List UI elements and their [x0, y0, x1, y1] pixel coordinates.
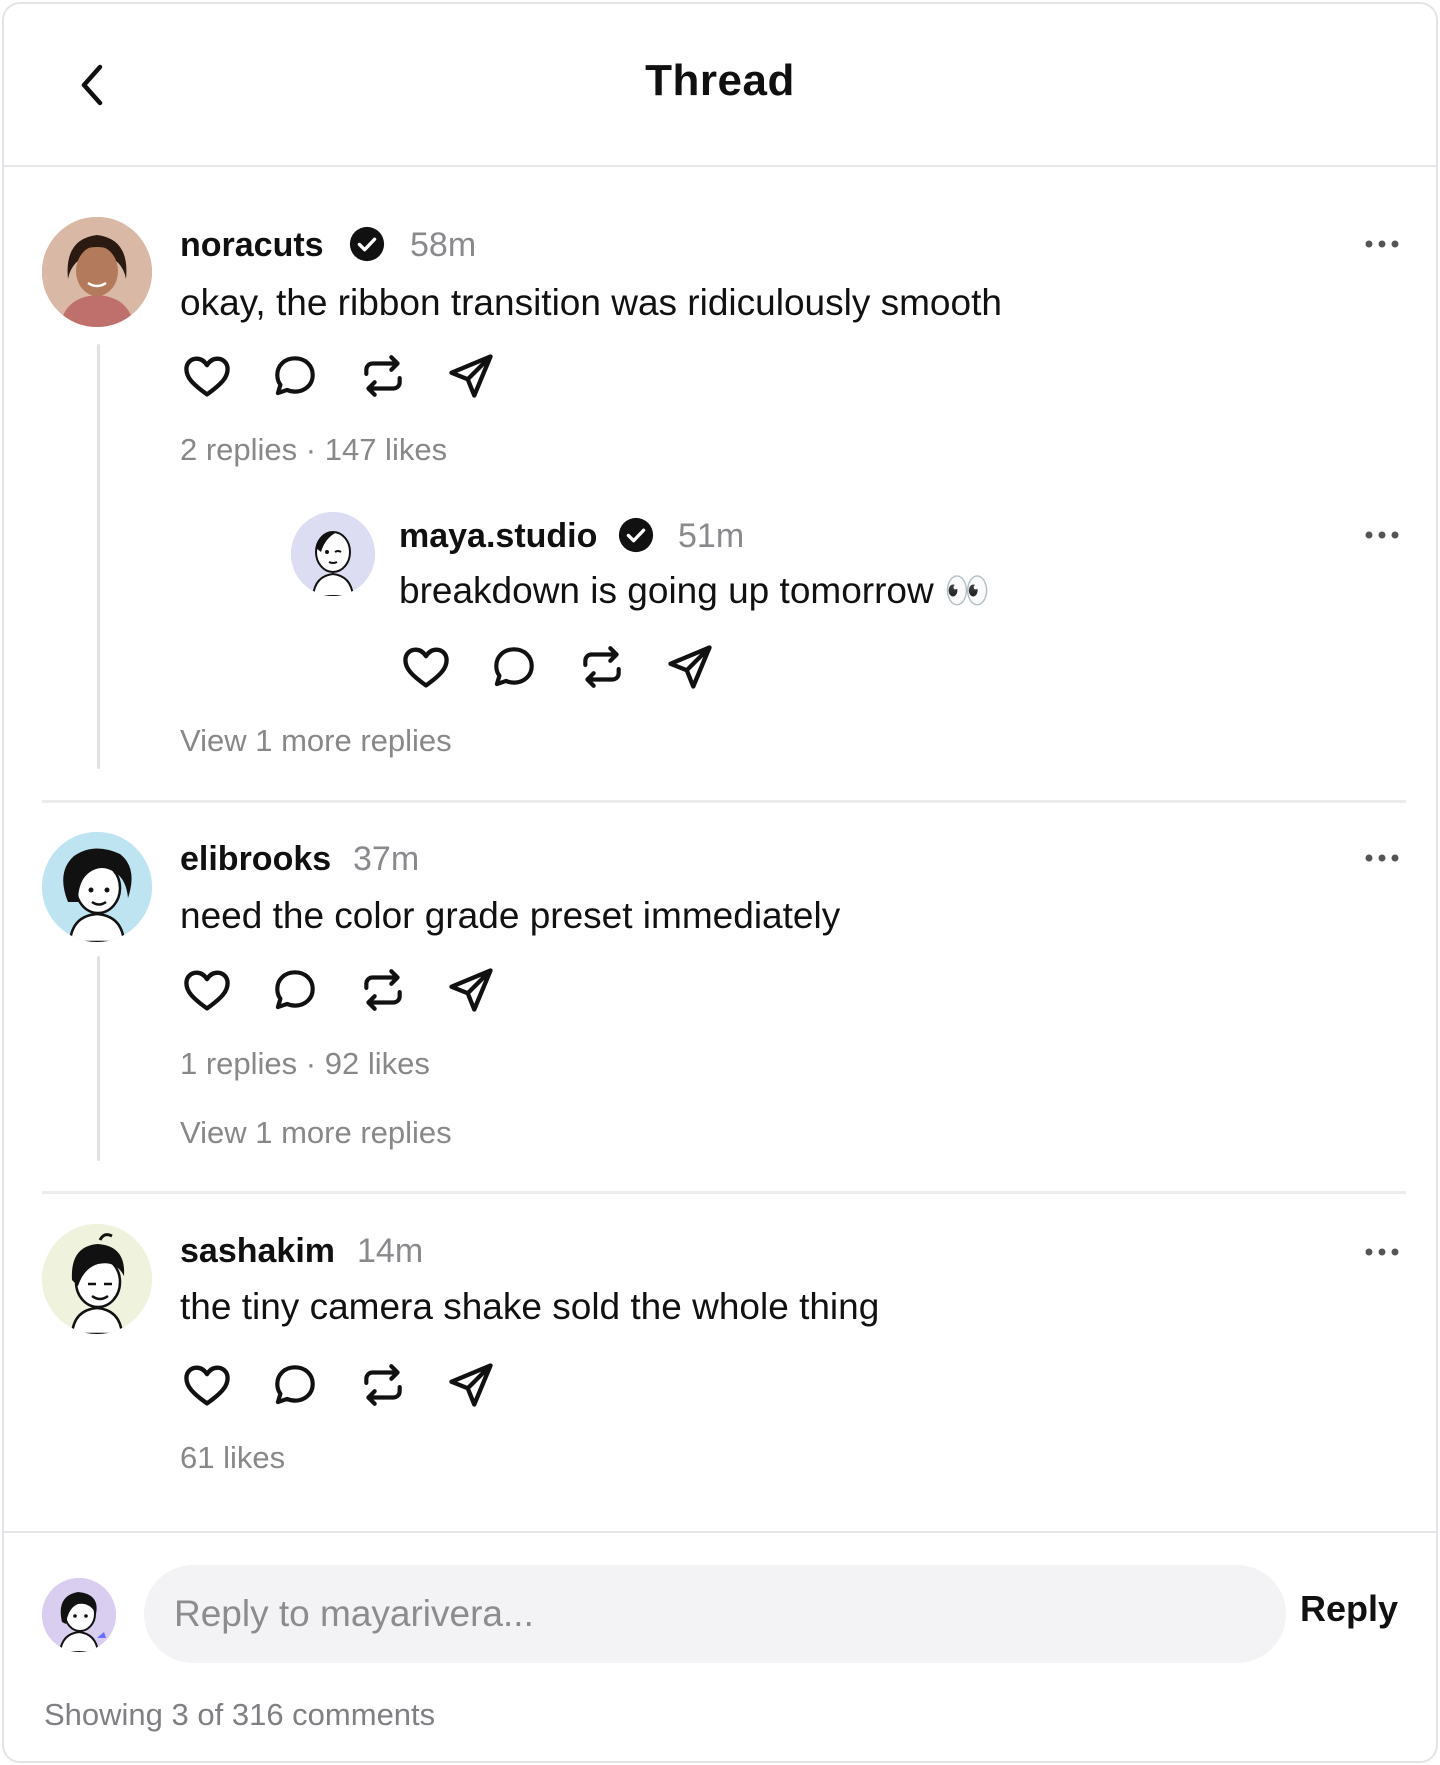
reply-button[interactable] — [485, 638, 543, 696]
share-button[interactable] — [442, 1356, 500, 1414]
thread-line — [97, 956, 100, 1161]
comment-username[interactable]: elibrooks — [180, 840, 331, 879]
current-user-avatar — [42, 1578, 116, 1652]
composer-divider — [4, 1531, 1436, 1533]
comment-stats: 61 likes — [180, 1440, 286, 1475]
reply-button[interactable] — [266, 1356, 324, 1414]
comment-bubble-icon — [275, 1365, 315, 1405]
comment-text: need the color grade preset immediately — [180, 895, 841, 936]
reply-timestamp: 51m — [678, 517, 745, 555]
comment-actions — [178, 961, 530, 1019]
comment-bubble-icon — [275, 970, 315, 1010]
header: Thread — [4, 4, 1436, 167]
comment-timestamp: 37m — [353, 840, 420, 878]
more-options-button[interactable] — [1362, 234, 1402, 254]
repost-button[interactable] — [354, 1356, 412, 1414]
send-icon — [449, 968, 493, 1012]
more-horizontal-icon — [1365, 1248, 1399, 1256]
share-button[interactable] — [661, 638, 719, 696]
more-horizontal-icon — [1365, 531, 1399, 539]
send-icon — [449, 1363, 493, 1407]
more-horizontal-icon — [1365, 854, 1399, 862]
like-button[interactable] — [397, 638, 455, 696]
reply-text: breakdown is going up tomorrow 👀 — [399, 570, 991, 611]
avatar[interactable] — [291, 512, 375, 596]
comment-count-status: Showing 3 of 316 comments — [44, 1697, 436, 1732]
avatar[interactable] — [42, 217, 152, 327]
comment-divider — [42, 1191, 1406, 1194]
reply-input[interactable] — [144, 1565, 1286, 1663]
reply-button[interactable] — [266, 347, 324, 405]
thread-line — [97, 344, 100, 769]
share-button[interactable] — [442, 961, 500, 1019]
repost-button[interactable] — [354, 961, 412, 1019]
repost-button[interactable] — [354, 347, 412, 405]
repost-icon — [583, 646, 621, 688]
more-options-button[interactable] — [1362, 1242, 1402, 1262]
send-icon — [449, 354, 493, 398]
send-icon — [668, 645, 712, 689]
verified-badge-icon — [349, 226, 385, 262]
comment-text: okay, the ribbon transition was ridiculo… — [180, 282, 1002, 323]
comment-text: the tiny camera shake sold the whole thi… — [180, 1286, 880, 1327]
like-button[interactable] — [178, 961, 236, 1019]
more-options-button[interactable] — [1362, 848, 1402, 868]
comment-divider — [42, 800, 1406, 803]
avatar[interactable] — [42, 1224, 152, 1334]
repost-button[interactable] — [573, 638, 631, 696]
more-options-button[interactable] — [1362, 525, 1402, 545]
comment-username[interactable]: noracuts — [180, 226, 324, 265]
verified-badge-icon — [618, 517, 654, 553]
comment-stats: 1 replies · 92 likes — [180, 1046, 430, 1081]
reply-actions — [397, 638, 749, 696]
avatar[interactable] — [42, 832, 152, 942]
reply-button[interactable] — [266, 961, 324, 1019]
repost-icon — [364, 355, 402, 397]
heart-icon — [184, 970, 230, 1011]
comment-bubble-icon — [494, 647, 534, 687]
view-more-replies-link[interactable]: View 1 more replies — [180, 1115, 452, 1151]
repost-icon — [364, 1364, 402, 1406]
comment-actions — [178, 1356, 530, 1414]
heart-icon — [403, 647, 449, 688]
heart-icon — [184, 356, 230, 397]
view-more-replies-link[interactable]: View 1 more replies — [180, 723, 452, 759]
comment-timestamp: 58m — [410, 226, 477, 264]
like-button[interactable] — [178, 1356, 236, 1414]
like-button[interactable] — [178, 347, 236, 405]
thread-panel: Thread noracuts 58m okay, the ribbon tra… — [2, 2, 1438, 1763]
heart-icon — [184, 1365, 230, 1406]
repost-icon — [364, 969, 402, 1011]
more-horizontal-icon — [1365, 240, 1399, 248]
comment-actions — [178, 347, 530, 405]
comment-stats: 2 replies · 147 likes — [180, 432, 448, 467]
page-title: Thread — [645, 56, 795, 105]
comment-timestamp: 14m — [357, 1232, 424, 1270]
comment-username[interactable]: sashakim — [180, 1232, 335, 1271]
reply-username[interactable]: maya.studio — [399, 517, 597, 556]
reply-submit-button[interactable]: Reply — [1300, 1588, 1398, 1630]
share-button[interactable] — [442, 347, 500, 405]
comment-bubble-icon — [275, 356, 315, 396]
